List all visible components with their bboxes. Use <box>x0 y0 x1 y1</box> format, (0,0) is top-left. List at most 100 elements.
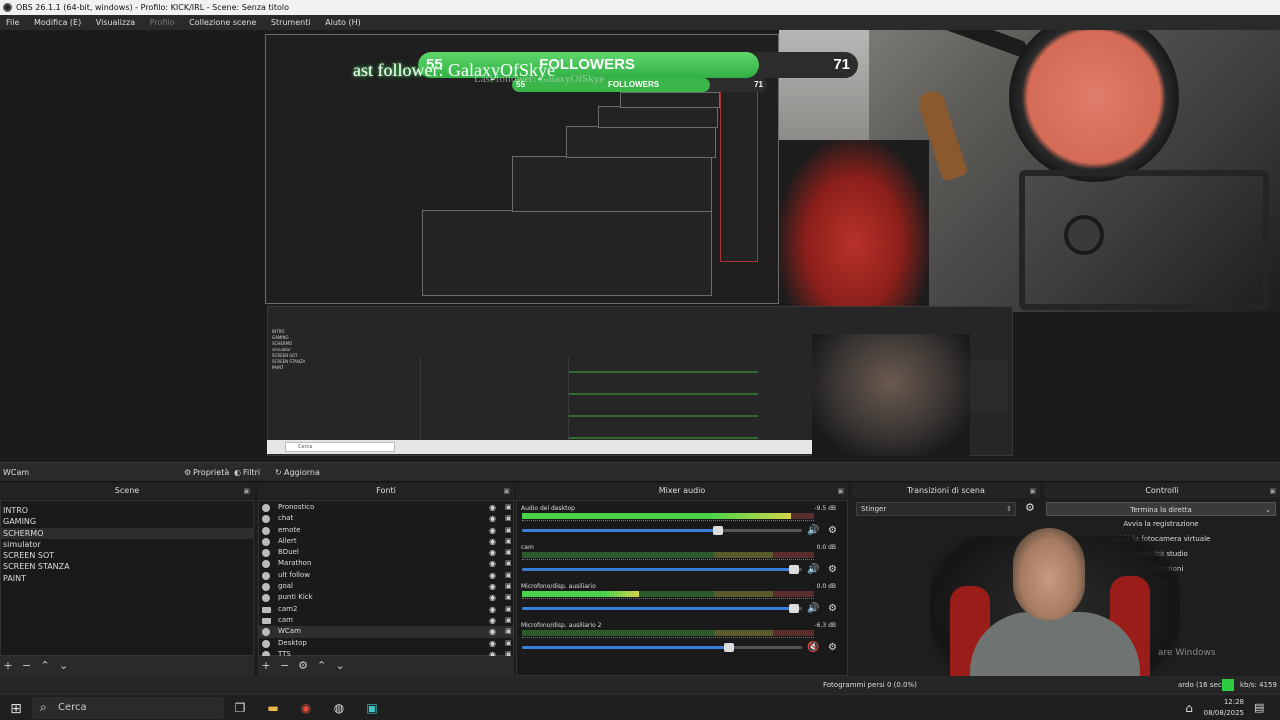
lock-icon[interactable]: ▣ <box>505 626 512 637</box>
visibility-eye-icon[interactable]: ◉ <box>489 570 496 581</box>
speaker-icon[interactable]: 🔊 <box>807 603 819 614</box>
move-up-button[interactable]: ⌃ <box>314 656 330 676</box>
menu-help[interactable]: Aiuto (H) <box>319 15 367 30</box>
source-row[interactable]: Allert ◉ ▣ <box>259 536 513 547</box>
lock-icon[interactable]: ▣ <box>505 525 512 536</box>
visibility-eye-icon[interactable]: ◉ <box>489 615 496 626</box>
lock-icon[interactable]: ▣ <box>505 638 512 649</box>
source-row[interactable]: emote ◉ ▣ <box>259 525 513 536</box>
source-row[interactable]: goal ◉ ▣ <box>259 581 513 592</box>
filters-button[interactable]: ◐ Filtri <box>230 466 264 480</box>
move-down-button[interactable]: ⌄ <box>56 656 72 676</box>
obs-taskbar-icon[interactable]: ◍ <box>330 699 348 717</box>
chrome-icon[interactable]: ◉ <box>297 699 315 717</box>
source-row[interactable]: cam2 ◉ ▣ <box>259 604 513 615</box>
menu-view[interactable]: Visualizza <box>90 15 141 30</box>
channel-settings-gear-icon[interactable]: ⚙ <box>828 564 837 575</box>
volume-slider-handle[interactable] <box>788 604 799 613</box>
add-source-button[interactable]: + <box>258 656 274 676</box>
lock-icon[interactable]: ▣ <box>505 558 512 569</box>
visibility-eye-icon[interactable]: ◉ <box>489 502 496 513</box>
stop-stream-button[interactable]: Termina la diretta ⌄ <box>1046 502 1276 516</box>
source-row[interactable]: punti Kick ◉ ▣ <box>259 592 513 603</box>
scene-item[interactable]: GAMING <box>1 516 253 527</box>
task-view-icon[interactable]: ❐ <box>231 699 249 717</box>
source-row[interactable]: WCam ◉ ▣ <box>259 626 513 638</box>
channel-settings-gear-icon[interactable]: ⚙ <box>828 603 837 614</box>
undock-icon[interactable]: ▣ <box>1269 484 1276 498</box>
scene-item[interactable]: SCREEN STANZA <box>1 561 253 572</box>
lock-icon[interactable]: ▣ <box>505 536 512 547</box>
undock-icon[interactable]: ▣ <box>503 484 510 498</box>
file-explorer-icon[interactable]: ▬ <box>264 699 282 717</box>
source-row[interactable]: Pronostico ◉ ▣ <box>259 502 513 513</box>
source-properties-button[interactable]: ⚙ <box>295 656 311 676</box>
source-row[interactable]: Marathon ◉ ▣ <box>259 558 513 569</box>
preview-canvas[interactable]: 55 FOLLOWERS 71 55 FOLLOWERS 71 ast foll… <box>0 30 1280 462</box>
volume-slider[interactable] <box>522 643 802 652</box>
source-row[interactable]: chat ◉ ▣ <box>259 513 513 524</box>
chevron-down-icon[interactable]: ⌄ <box>1265 503 1271 517</box>
visibility-eye-icon[interactable]: ◉ <box>489 638 496 649</box>
scene-item-selected[interactable]: SCHERMO <box>1 527 253 539</box>
lock-icon[interactable]: ▣ <box>505 547 512 558</box>
visibility-eye-icon[interactable]: ◉ <box>489 581 496 592</box>
source-row[interactable]: BDuel ◉ ▣ <box>259 547 513 558</box>
lock-icon[interactable]: ▣ <box>505 592 512 603</box>
add-scene-button[interactable]: + <box>0 656 16 676</box>
remove-scene-button[interactable]: − <box>19 656 35 676</box>
volume-slider-handle[interactable] <box>724 643 735 652</box>
channel-settings-gear-icon[interactable]: ⚙ <box>828 642 837 653</box>
visibility-eye-icon[interactable]: ◉ <box>489 513 496 524</box>
visibility-eye-icon[interactable]: ◉ <box>489 626 496 637</box>
transition-settings-gear-icon[interactable]: ⚙ <box>1025 501 1035 514</box>
notifications-icon[interactable]: ▤ <box>1254 701 1264 714</box>
undock-icon[interactable]: ▣ <box>243 484 250 498</box>
transition-select[interactable]: Stinger ⇕ <box>856 502 1016 516</box>
scene-item[interactable]: SCREEN SOT <box>1 550 253 561</box>
visibility-eye-icon[interactable]: ◉ <box>489 604 496 615</box>
volume-slider-handle[interactable] <box>713 526 723 535</box>
volume-slider[interactable] <box>522 526 802 535</box>
lock-icon[interactable]: ▣ <box>505 604 512 615</box>
volume-slider-handle[interactable] <box>788 565 799 574</box>
lock-icon[interactable]: ▣ <box>505 570 512 581</box>
undock-icon[interactable]: ▣ <box>837 484 844 498</box>
taskbar-search[interactable]: ⌕ Cerca <box>32 697 224 719</box>
menu-profile[interactable]: Profilo <box>144 15 181 30</box>
app-icon[interactable]: ▣ <box>363 699 381 717</box>
windows-start-icon[interactable]: ⊞ <box>8 701 24 717</box>
source-row[interactable]: Desktop ◉ ▣ <box>259 638 513 649</box>
source-row[interactable]: cam ◉ ▣ <box>259 615 513 626</box>
visibility-eye-icon[interactable]: ◉ <box>489 536 496 547</box>
scene-item[interactable]: INTRO <box>1 505 253 516</box>
visibility-eye-icon[interactable]: ◉ <box>489 592 496 603</box>
lock-icon[interactable]: ▣ <box>505 581 512 592</box>
channel-settings-gear-icon[interactable]: ⚙ <box>828 525 837 536</box>
lock-icon[interactable]: ▣ <box>505 615 512 626</box>
properties-button[interactable]: ⚙ Proprietà <box>180 466 233 480</box>
lock-icon[interactable]: ▣ <box>505 513 512 524</box>
scene-item[interactable]: simulator <box>1 539 253 550</box>
move-up-button[interactable]: ⌃ <box>37 656 53 676</box>
move-down-button[interactable]: ⌄ <box>332 656 348 676</box>
volume-slider[interactable] <box>522 604 802 613</box>
visibility-eye-icon[interactable]: ◉ <box>489 558 496 569</box>
menu-file[interactable]: File <box>0 15 25 30</box>
speaker-muted-icon[interactable]: 🔇 <box>807 642 819 653</box>
visibility-eye-icon[interactable]: ◉ <box>489 547 496 558</box>
volume-slider[interactable] <box>522 565 802 574</box>
menu-edit[interactable]: Modifica (E) <box>28 15 87 30</box>
scene-item[interactable]: PAINT <box>1 573 253 584</box>
visibility-eye-icon[interactable]: ◉ <box>489 525 496 536</box>
refresh-button[interactable]: ↻ Aggiorna <box>271 466 324 480</box>
menu-scene-collection[interactable]: Collezione scene <box>183 15 262 30</box>
remove-source-button[interactable]: − <box>277 656 293 676</box>
taskbar-clock[interactable]: 12:28 08/08/2025 <box>1200 697 1244 719</box>
speaker-icon[interactable]: 🔊 <box>807 525 819 536</box>
source-row[interactable]: ult follow ◉ ▣ <box>259 570 513 581</box>
menu-tools[interactable]: Strumenti <box>265 15 317 30</box>
speaker-icon[interactable]: 🔊 <box>807 564 819 575</box>
lock-icon[interactable]: ▣ <box>505 502 512 513</box>
network-icon[interactable]: ⌂ <box>1180 699 1198 717</box>
